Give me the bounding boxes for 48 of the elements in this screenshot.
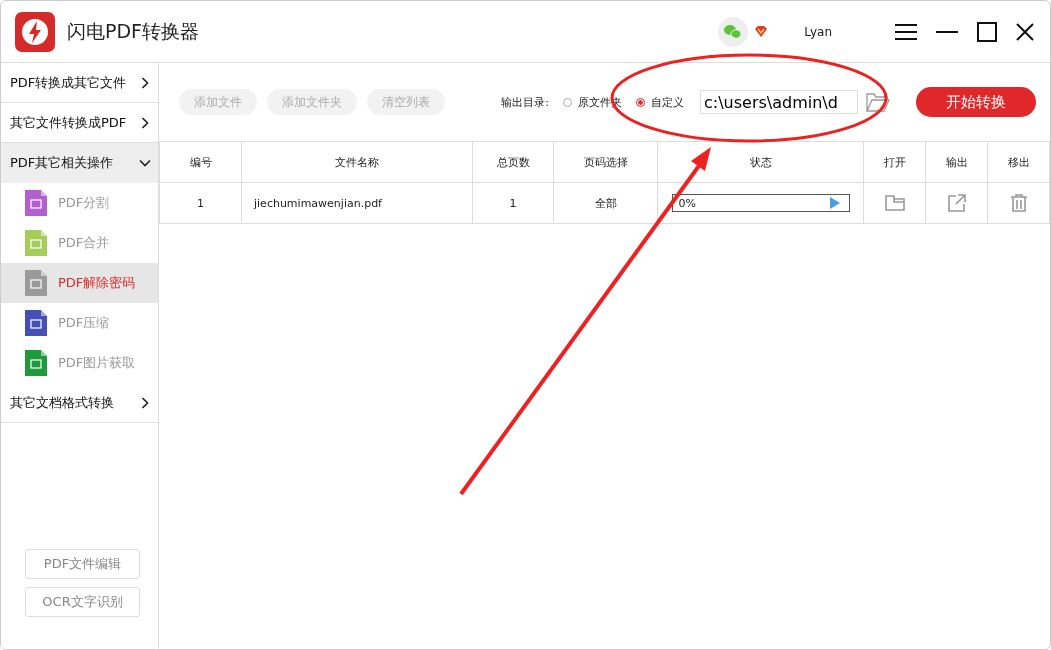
user-name[interactable]: Lyan bbox=[804, 24, 832, 39]
column-header: 总页数 bbox=[472, 141, 554, 183]
path-field[interactable]: c:\users\admin\d bbox=[700, 90, 858, 114]
column-header: 移出 bbox=[987, 141, 1050, 183]
column-header: 文件名称 bbox=[241, 141, 473, 183]
chevron-down-icon bbox=[139, 157, 151, 169]
table-cell: jiechumimawenjian.pdf bbox=[241, 182, 473, 224]
tool-button[interactable]: PDF文件编辑 bbox=[25, 549, 140, 579]
toolbar-button[interactable]: 添加文件夹 bbox=[267, 89, 357, 115]
progress-text: 0% bbox=[678, 196, 697, 210]
sidebar-item[interactable]: PDF分割 bbox=[1, 183, 158, 223]
export-icon[interactable] bbox=[947, 194, 966, 212]
menu-icon[interactable] bbox=[895, 23, 917, 40]
play-icon[interactable] bbox=[829, 197, 840, 209]
sidebar-group[interactable]: PDF其它相关操作 bbox=[1, 143, 158, 183]
table-cell: 1 bbox=[159, 182, 242, 224]
radio-label[interactable]: 自定义 bbox=[651, 94, 684, 110]
chevron-right-icon bbox=[139, 76, 151, 89]
chevron-right-icon bbox=[139, 396, 151, 409]
column-header: 打开 bbox=[863, 141, 926, 183]
sidebar-item[interactable]: PDF合并 bbox=[1, 223, 158, 263]
sidebar-item[interactable]: PDF解除密码 bbox=[1, 263, 158, 303]
window-title: 闪电PDF转换器 bbox=[67, 18, 200, 44]
chat-bubbles-icon[interactable] bbox=[718, 16, 749, 47]
toolbar-button[interactable]: 添加文件 bbox=[179, 89, 257, 115]
column-header: 编号 bbox=[159, 141, 242, 183]
column-header: 页码选择 bbox=[553, 141, 658, 183]
diamond-icon[interactable] bbox=[754, 25, 769, 38]
radio-button[interactable] bbox=[636, 97, 645, 107]
close-icon[interactable] bbox=[1016, 22, 1034, 41]
tool-button[interactable]: OCR文字识别 bbox=[25, 587, 140, 617]
trash-icon[interactable] bbox=[1010, 194, 1027, 212]
chevron-right-icon bbox=[139, 116, 151, 129]
output-label: 输出目录: bbox=[501, 94, 549, 110]
folder-icon[interactable] bbox=[884, 195, 905, 211]
sidebar-group[interactable]: 其它文档格式转换 bbox=[1, 383, 158, 423]
start-button[interactable]: 开始转换 bbox=[916, 87, 1036, 117]
table-cell: 1 bbox=[472, 182, 554, 224]
folder-icon[interactable] bbox=[866, 92, 890, 112]
sidebar-group[interactable]: PDF转换成其它文件 bbox=[1, 63, 158, 103]
maximize-icon[interactable] bbox=[977, 21, 997, 42]
lightning-logo-icon bbox=[15, 11, 55, 52]
minimize-icon[interactable] bbox=[936, 30, 958, 33]
toolbar-button[interactable]: 清空列表 bbox=[367, 89, 445, 115]
sidebar-item[interactable]: PDF图片获取 bbox=[1, 343, 158, 383]
sidebar-item[interactable]: PDF压缩 bbox=[1, 303, 158, 343]
column-header: 输出 bbox=[925, 141, 988, 183]
table-cell: 全部 bbox=[553, 182, 658, 224]
